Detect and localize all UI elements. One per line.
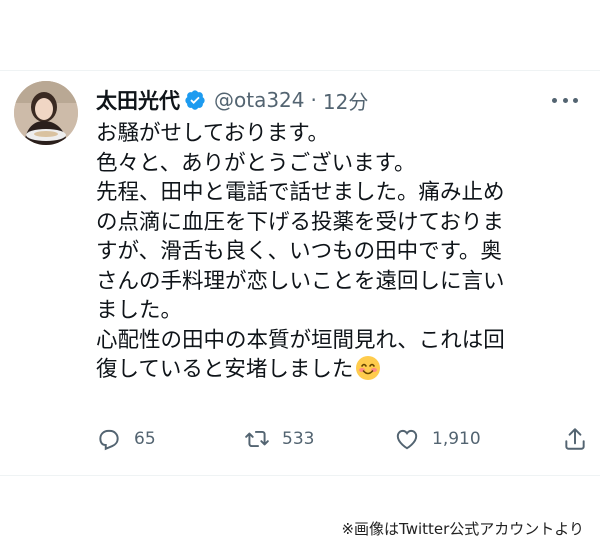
tweet-text: お騒がせしております。 色々と、ありがとうございます。 先程、田中と電話で話せま… (96, 119, 576, 385)
handle[interactable]: @ota324 (214, 88, 305, 112)
dot-icon (573, 97, 578, 103)
tweet-line: 復していると安堵しました (96, 357, 354, 382)
like-button[interactable]: 1,910 (394, 423, 481, 455)
dot-icon (552, 97, 557, 103)
tweet-header: 太田光代 @ota324 · 12分 (96, 85, 368, 115)
tweet-actions: 65 533 1,910 (96, 423, 586, 455)
heart-icon (396, 429, 418, 450)
timestamp[interactable]: 12分 (323, 86, 368, 115)
like-count: 1,910 (432, 429, 481, 449)
retweet-icon (245, 430, 269, 448)
reply-count: 65 (134, 429, 156, 449)
separator-dot: · (310, 88, 317, 112)
verified-badge-icon (185, 90, 205, 110)
reply-icon (99, 429, 119, 451)
dot-icon (562, 97, 568, 103)
avatar[interactable] (14, 81, 78, 145)
retweet-count: 533 (282, 429, 315, 449)
tweet-line: 先程、田中と電話で話せました。痛み止め (96, 180, 505, 205)
share-button[interactable] (562, 423, 588, 455)
tweet-last-line: 復していると安堵しました (96, 355, 576, 385)
tweet-line: の点滴に血圧を下げる投薬を受けておりま (96, 209, 504, 235)
tweet-line: 色々と、ありがとうございます。 (96, 150, 416, 176)
profile-photo (14, 81, 78, 145)
tweet-line: お騒がせしております。 (96, 121, 330, 146)
more-options-icon[interactable] (552, 91, 578, 109)
tweet-line: すが、滑舌も良く、いつもの田中です。奥 (96, 239, 502, 264)
tweet-card[interactable]: 太田光代 @ota324 · 12分 お騒がせしております。 色々と、ありがとう… (0, 70, 600, 476)
retweet-button[interactable]: 533 (244, 423, 314, 455)
reply-button[interactable]: 65 (96, 423, 156, 455)
tweet-line: ました。 (96, 298, 183, 323)
share-icon (565, 428, 585, 450)
image-credit-caption: ※画像はTwitter公式アカウントより (341, 520, 584, 538)
tweet-line: 心配性の田中の本質が垣間見れ、これは回 (96, 327, 505, 353)
tweet-line: さんの手料理が恋しいことを遠回しに言い (96, 268, 505, 294)
smiling-face-emoji (356, 356, 381, 380)
author-name[interactable]: 太田光代 (96, 85, 180, 115)
